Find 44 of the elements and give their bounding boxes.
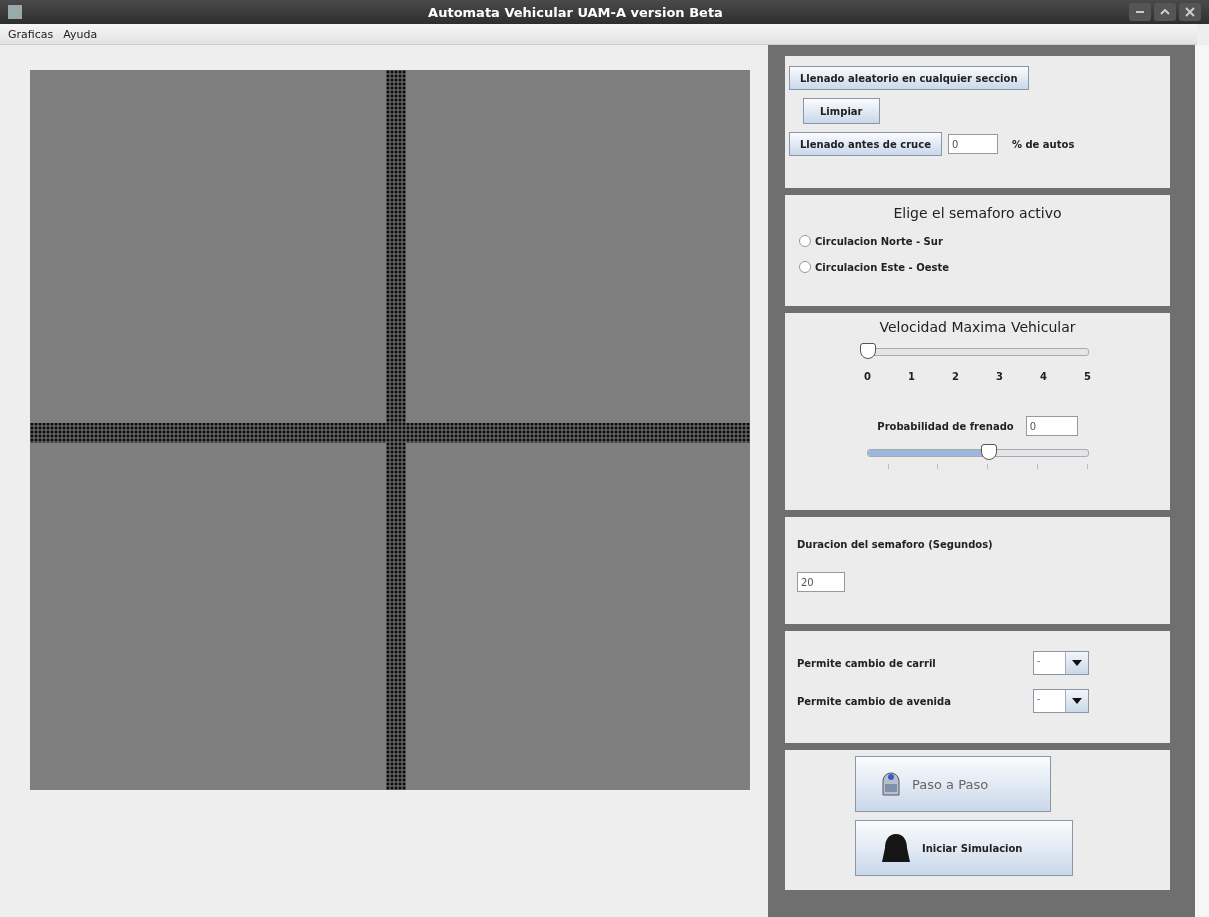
braking-field[interactable]: 0 — [1025, 416, 1078, 436]
radio-label[interactable]: Circulacion Norte - Sur — [815, 235, 943, 247]
robot-icon — [880, 769, 902, 799]
tick-label: 3 — [995, 371, 1004, 382]
maximize-icon — [1160, 9, 1170, 15]
tick-label: 1 — [907, 371, 916, 382]
radio-button[interactable] — [799, 261, 811, 273]
action-button[interactable]: Iniciar Simulacion — [855, 820, 1073, 876]
clear-button[interactable]: Limpiar — [803, 98, 880, 124]
random-fill-button[interactable]: Llenado aleatorio en cualquier seccion — [789, 66, 1029, 90]
menu-item[interactable]: Ayuda — [63, 27, 98, 41]
maximize-button[interactable] — [1154, 3, 1176, 21]
simulation-canvas[interactable] — [30, 70, 750, 790]
slider-thumb[interactable] — [859, 343, 876, 359]
helmet-icon — [880, 832, 912, 864]
panel-title: Elige el semaforo activo — [892, 205, 1063, 221]
radio-button[interactable] — [799, 235, 811, 247]
window-title: Automata Vehicular UAM-A version Beta — [427, 4, 724, 20]
percent-label: % de autos — [1011, 138, 1075, 150]
radio-label[interactable]: Circulacion Este - Oeste — [815, 261, 949, 273]
dropdown[interactable]: - — [1033, 651, 1089, 675]
app-icon — [8, 5, 22, 19]
percent-field[interactable]: 0 — [947, 134, 998, 154]
minimize-icon — [1136, 11, 1144, 13]
tick-label: 4 — [1039, 371, 1048, 382]
braking-label: Probabilidad de frenado — [877, 420, 1014, 432]
fill-before-crossing-button[interactable]: Llenado antes de cruce — [789, 132, 942, 156]
tick-label: 2 — [951, 371, 960, 382]
tick-label: 5 — [1083, 371, 1092, 382]
dropdown[interactable]: - — [1033, 689, 1089, 713]
minimize-button[interactable] — [1129, 3, 1151, 21]
menu-item[interactable]: Graficas — [8, 27, 54, 41]
option-label: Permite cambio de avenida — [797, 695, 952, 707]
panel-title: Velocidad Maxima Vehicular — [879, 319, 1076, 335]
tick-label: 0 — [863, 371, 872, 382]
slider-thumb[interactable] — [980, 444, 997, 460]
close-button[interactable] — [1179, 3, 1201, 21]
action-button[interactable]: Paso a Paso — [855, 756, 1051, 812]
close-icon — [1185, 7, 1195, 17]
caret-icon — [1072, 660, 1082, 666]
option-label: Permite cambio de carril — [797, 657, 937, 669]
duration-field[interactable]: 20 — [797, 572, 845, 592]
duration-label: Duracion del semaforo (Segundos) — [797, 539, 994, 550]
caret-icon — [1072, 698, 1082, 704]
